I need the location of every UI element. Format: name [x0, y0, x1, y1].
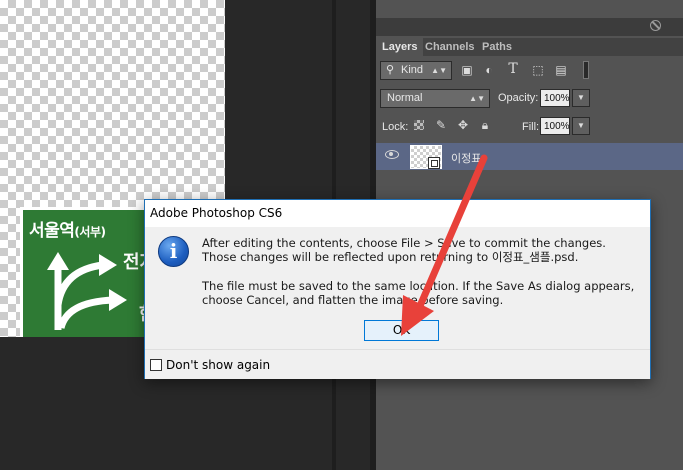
ok-button[interactable]: OK [364, 320, 439, 341]
filter-kind-label: Kind [401, 64, 424, 76]
tab-layers[interactable]: Layers [376, 38, 424, 56]
eye-icon[interactable] [385, 150, 399, 159]
shape-filter-icon[interactable]: ⬚ [531, 63, 545, 77]
sign-subtitle: (서부) [74, 225, 106, 239]
dialog-message-1: After editing the contents, choose File … [202, 236, 606, 264]
layer-name[interactable]: 이정표 [451, 150, 481, 166]
panel-header-bar [376, 18, 683, 36]
lock-label: Lock: [382, 121, 409, 133]
filter-kind-select[interactable]: ⚲ Kind ▲▼ [380, 61, 452, 80]
dont-show-again-label[interactable]: Don't show again [166, 358, 270, 372]
photoshop-dialog: Adobe Photoshop CS6 i After editing the … [144, 199, 651, 379]
lock-all-icon[interactable]: 🔒︎ [478, 118, 492, 132]
lock-row: Lock: ✎ ✥ 🔒︎ Fill: 100% ▼ [376, 116, 683, 140]
dialog-titlebar[interactable]: Adobe Photoshop CS6 [145, 200, 650, 227]
dialog-title: Adobe Photoshop CS6 [150, 206, 283, 220]
info-icon: i [158, 236, 189, 267]
layer-row-selected[interactable]: 이정표 [376, 143, 683, 170]
blend-mode-select[interactable]: Normal ▲▼ [380, 89, 490, 108]
lock-transparent-icon[interactable] [414, 120, 424, 130]
blend-row: Normal ▲▼ Opacity: 100% ▼ [376, 88, 683, 112]
smart-object-filter-icon[interactable]: ▤ [554, 63, 568, 77]
fill-input[interactable]: 100% [540, 117, 570, 135]
filter-row: ⚲ Kind ▲▼ ▣ ◐ T ⬚ ▤ [376, 59, 683, 83]
select-arrow-icon: ▲▼ [431, 66, 447, 75]
filter-toggle[interactable] [583, 61, 589, 79]
search-icon: ⚲ [386, 64, 395, 76]
panel-tabs: Layers Channels Paths [376, 38, 683, 56]
dialog-footer: Don't show again [145, 349, 650, 379]
dialog-message-2: The file must be saved to the same locat… [202, 279, 635, 307]
smart-object-badge-icon [428, 157, 440, 169]
fill-label: Fill: [522, 121, 540, 133]
opacity-dropdown-button[interactable]: ▼ [572, 89, 590, 107]
opacity-label: Opacity: [498, 92, 539, 104]
lock-pixels-brush-icon[interactable]: ✎ [434, 118, 448, 132]
dont-show-again-checkbox[interactable] [150, 359, 162, 371]
tab-paths[interactable]: Paths [476, 38, 518, 56]
opacity-input[interactable]: 100% [540, 89, 570, 107]
type-filter-icon[interactable]: T [506, 62, 520, 76]
pixel-layer-filter-icon[interactable]: ▣ [460, 63, 474, 77]
sign-title-text: 서울역 [29, 221, 75, 241]
sign-title: 서울역(서부) [29, 216, 106, 241]
adjustment-filter-icon[interactable]: ◐ [482, 63, 496, 77]
tab-channels[interactable]: Channels [419, 38, 481, 56]
blend-mode-value: Normal [387, 92, 423, 104]
lock-position-move-icon[interactable]: ✥ [456, 118, 470, 132]
no-entry-icon[interactable] [650, 20, 661, 31]
fill-dropdown-button[interactable]: ▼ [572, 117, 590, 135]
select-arrow-icon: ▲▼ [469, 94, 485, 103]
